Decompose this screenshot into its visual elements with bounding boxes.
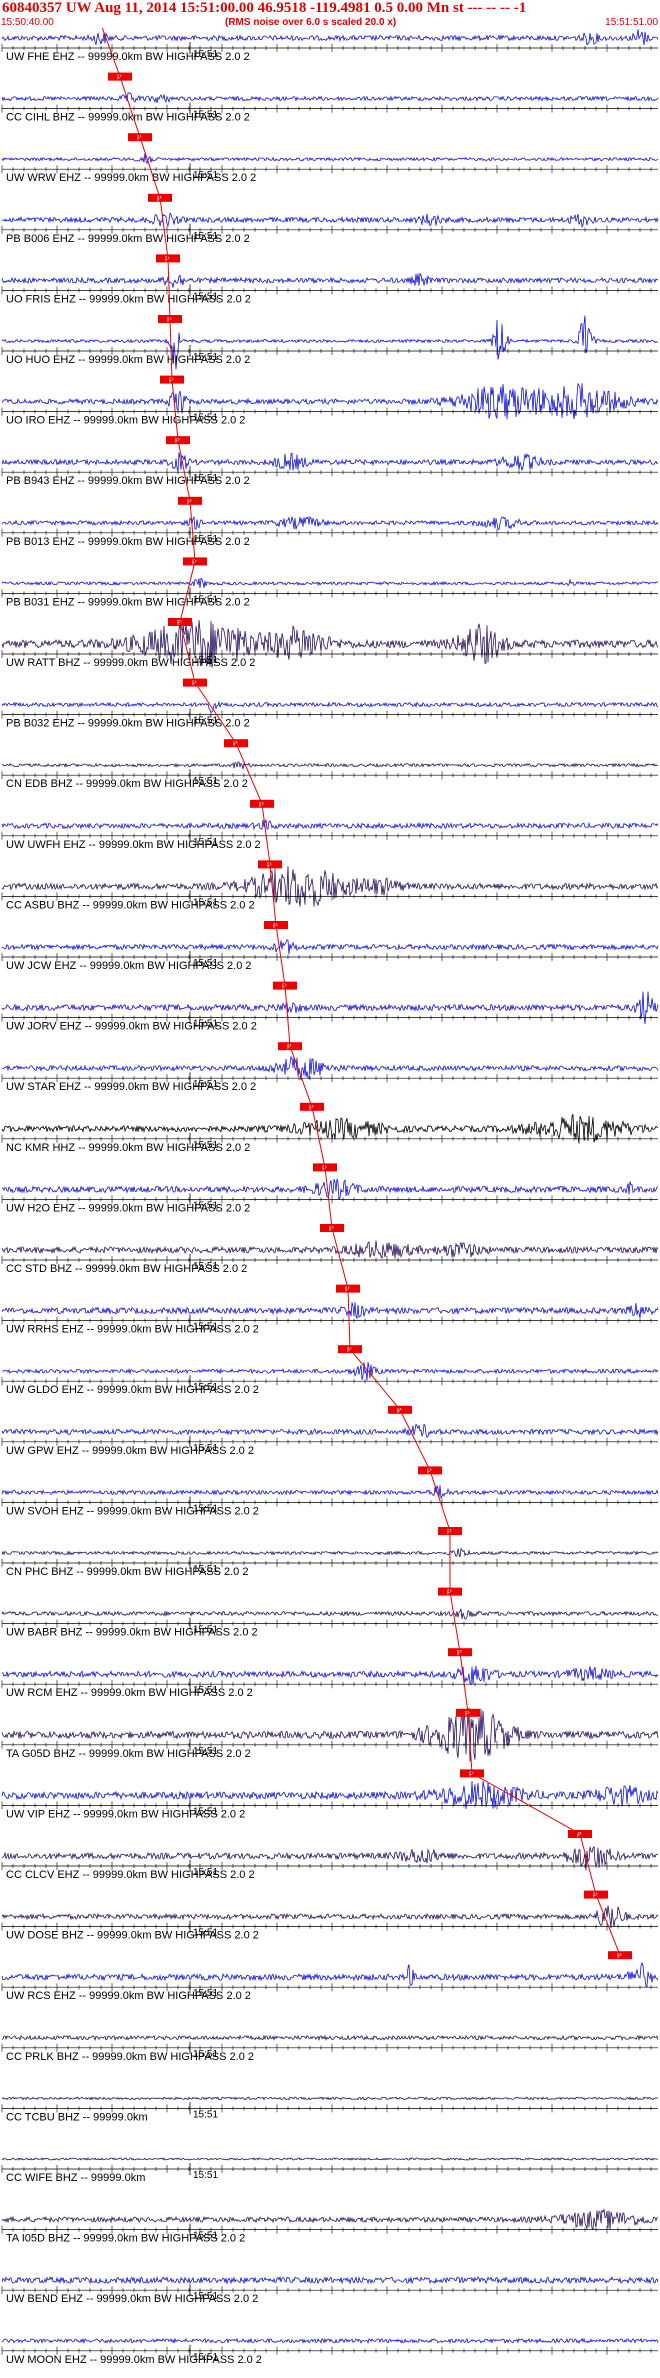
station-label: CC PRLK BHZ -- 99999.0km BW HIGHPASS 2.0…: [6, 2051, 254, 2063]
station-label: UW STAR EHZ -- 99999.0km BW HIGHPASS 2.0…: [6, 1081, 256, 1093]
trace-waveform: [1, 452, 659, 472]
trace-waveform: [1, 1302, 659, 1320]
trace-waveform: [1, 1547, 659, 1558]
trace-waveform: [1, 2034, 659, 2042]
minute-tick-label: 15:51: [193, 2109, 218, 2120]
station-label: UW RCM EHZ -- 99999.0km BW HIGHPASS 2.0 …: [6, 1687, 253, 1699]
end-time: 15:51:51.00: [605, 17, 658, 28]
trace-waveform: [1, 1423, 659, 1439]
trace-waveform: [1, 1780, 659, 1809]
station-label: UW VIP EHZ -- 99999.0km BW HIGHPASS 2.0 …: [6, 1808, 245, 1820]
station-label: UW BABR BHZ -- 99999.0km BW HIGHPASS 2.0…: [6, 1627, 258, 1639]
station-label: CC TCBU BHZ -- 99999.0km: [6, 2111, 148, 2123]
station-label: UO HUO EHZ -- 99999.0km BW HIGHPASS 2.0 …: [6, 354, 250, 366]
minute-tick-label: 15:51: [193, 2170, 218, 2181]
trace-waveform: [1, 29, 659, 46]
station-label: TA I05D BHZ -- 99999.0km BW HIGHPASS 2.0…: [6, 2233, 245, 2245]
station-label: CC STD BHZ -- 99999.0km BW HIGHPASS 2.0 …: [6, 1263, 247, 1275]
trace-waveform: [1, 2096, 658, 2101]
station-label: UW JORV EHZ -- 99999.0km BW HIGHPASS 2.0…: [6, 1021, 257, 1033]
station-label: PB B006 EHZ -- 99999.0km BW HIGHPASS 2.0…: [6, 233, 250, 245]
trace-waveform: [1, 515, 659, 531]
trace-waveform: [1, 577, 658, 589]
trace-waveform: [1, 1665, 659, 1686]
event-title: 60840357 UW Aug 11, 2014 15:51:00.00 46.…: [2, 0, 527, 16]
trace-waveform: [1, 1905, 659, 1929]
trace-waveform: [1, 1178, 659, 1200]
station-label: NC KMR HHZ -- 99999.0km BW HIGHPASS 2.0 …: [6, 1142, 250, 1154]
station-label: PB B943 EHZ -- 99999.0km BW HIGHPASS 2.0…: [6, 475, 250, 487]
station-label: UW WRW EHZ -- 99999.0km BW HIGHPASS 2.0 …: [6, 172, 256, 184]
trace-waveform: [1, 1240, 659, 1260]
station-label: UW UWFH EHZ -- 99999.0km BW HIGHPASS 2.0…: [6, 839, 261, 851]
rms-note: (RMS noise over 6.0 s scaled 20.0 x): [225, 17, 397, 28]
seismogram-plot: 15:51 UW FHE EHZ -- 99999.0km BW HIGHPASS…: [1, 12, 659, 2366]
station-label: CC ASBU BHZ -- 99999.0km BW HIGHPASS 2.0…: [6, 899, 255, 911]
station-label: CN PHC BHZ -- 99999.0km BW HIGHPASS 2.0 …: [6, 1566, 248, 1578]
trace-waveform: [1, 1845, 659, 1871]
station-label: UW RCS EHZ -- 99999.0km BW HIGHPASS 2.0 …: [6, 1990, 251, 2002]
trace-waveform: [1, 2157, 659, 2161]
station-label: UW GPW EHZ -- 99999.0km BW HIGHPASS 2.0 …: [6, 1445, 254, 1457]
station-label: CN EDB BHZ -- 99999.0km BW HIGHPASS 2.0 …: [6, 778, 248, 790]
start-time: 15:50:40.00: [1, 17, 54, 28]
trace-waveform: [1, 1961, 659, 1988]
station-label: UO FRIS EHZ -- 99999.0km BW HIGHPASS 2.0…: [6, 293, 251, 305]
station-label: UW FHE EHZ -- 99999.0km BW HIGHPASS 2.0 …: [6, 51, 250, 63]
trace-waveform: [1, 939, 659, 955]
station-label: UW MOON EHZ -- 99999.0km BW HIGHPASS 2.0…: [6, 2354, 262, 2366]
station-label: UW DOSE BHZ -- 99999.0km BW HIGHPASS 2.0…: [6, 1930, 259, 1942]
trace-waveform: [1, 761, 659, 770]
station-label: UW H2O EHZ -- 99999.0km BW HIGHPASS 2.0 …: [6, 1202, 250, 1214]
trace-waveform: [1, 152, 659, 165]
station-label: TA G05D BHZ -- 99999.0km BW HIGHPASS 2.0…: [6, 1748, 251, 1760]
trace-waveform: [1, 1485, 659, 1500]
trace-waveform: [1, 1362, 659, 1381]
station-label: UW RRHS EHZ -- 99999.0km BW HIGHPASS 2.0…: [6, 1324, 259, 1336]
trace-waveform: [1, 212, 659, 229]
station-label: UW JCW EHZ -- 99999.0km BW HIGHPASS 2.0 …: [6, 960, 252, 972]
trace-waveform: [1, 2337, 659, 2345]
trace-waveform: [1, 819, 659, 831]
trace-waveform: [1, 272, 659, 288]
station-label: PB B031 EHZ -- 99999.0km BW HIGHPASS 2.0…: [6, 596, 250, 608]
trace-waveform: [1, 700, 659, 713]
station-label: UW SVOH EHZ -- 99999.0km BW HIGHPASS 2.0…: [6, 1505, 259, 1517]
station-label: CC WIFE BHZ -- 99999.0km: [6, 2172, 145, 2184]
station-label: UW RATT BHZ -- 99999.0km BW HIGHPASS 2.0…: [6, 657, 255, 669]
station-label: UW GLDO EHZ -- 99999.0km BW HIGHPASS 2.0…: [6, 1384, 259, 1396]
trace-waveform: [1, 1608, 659, 1620]
trace-waveform: [1, 2275, 659, 2285]
trace-waveform: [1, 991, 659, 1025]
station-label: CC CIHL BHZ -- 99999.0km BW HIGHPASS 2.0…: [6, 112, 250, 124]
trace-waveform: [1, 1055, 659, 1081]
station-label: PB B032 EHZ -- 99999.0km BW HIGHPASS 2.0…: [6, 718, 250, 730]
station-label: PB B013 EHZ -- 99999.0km BW HIGHPASS 2.0…: [6, 536, 250, 548]
header: 60840357 UW Aug 11, 2014 15:51:00.00 46.…: [0, 0, 660, 28]
station-label: UO IRO EHZ -- 99999.0km BW HIGHPASS 2.0 …: [6, 415, 245, 427]
pick-connector: [97, 15, 621, 1956]
trace-waveform: [1, 2208, 659, 2230]
station-label: UW BEND EHZ -- 99999.0km BW HIGHPASS 2.0…: [6, 2293, 258, 2305]
station-label: CC CLCV EHZ -- 99999.0km BW HIGHPASS 2.0…: [6, 1869, 255, 1881]
trace-waveform: [1, 92, 659, 104]
